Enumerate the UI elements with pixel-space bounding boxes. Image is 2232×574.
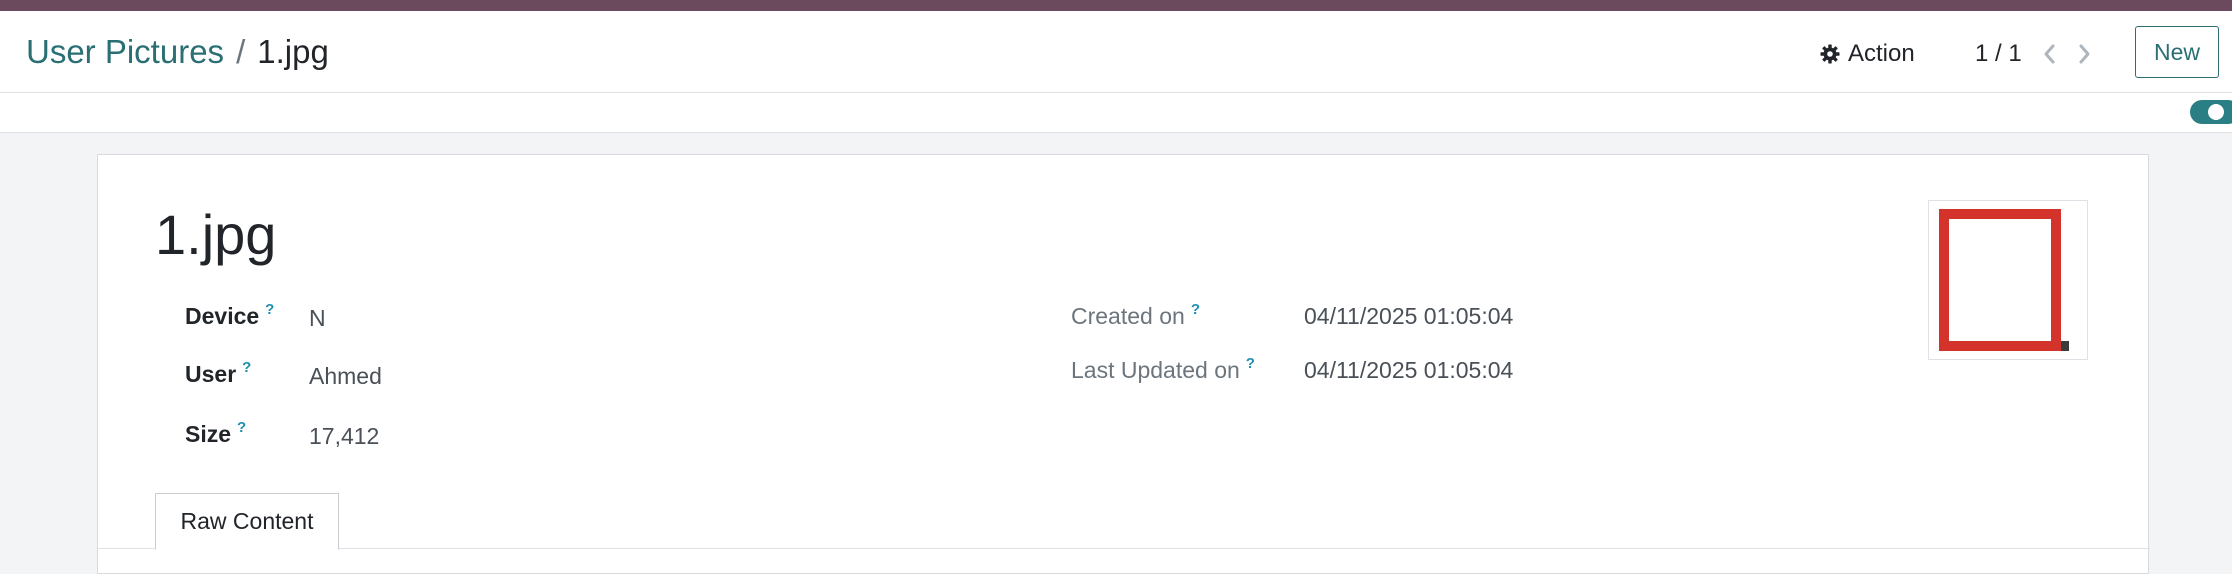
image-red-frame [1939, 209, 2061, 351]
chevron-left-icon [2044, 44, 2055, 64]
tab-raw-content[interactable]: Raw Content [155, 493, 339, 550]
action-button-label: Action [1848, 40, 1915, 67]
breadcrumb-separator: / [236, 33, 246, 70]
pager-next-button[interactable] [2072, 39, 2098, 69]
breadcrumb-parent-link[interactable]: User Pictures [26, 33, 224, 70]
record-title: 1.jpg [155, 203, 277, 266]
device-help-tooltip[interactable]: ? [265, 301, 274, 318]
new-button[interactable]: New [2135, 26, 2219, 78]
size-help-tooltip[interactable]: ? [237, 419, 246, 436]
pager-previous-button[interactable] [2036, 39, 2062, 69]
action-button[interactable]: Action [1820, 37, 1915, 71]
app-top-bar [0, 0, 2232, 11]
size-label: Size [185, 421, 232, 447]
field-label-created-on: Created on ? [1071, 301, 1200, 330]
toggle-knob [2208, 104, 2224, 120]
created-on-value: 04/11/2025 01:05:04 [1304, 303, 1514, 329]
user-help-tooltip[interactable]: ? [242, 359, 251, 376]
field-label-user: User ? [185, 359, 251, 388]
image-preview[interactable] [1928, 200, 2088, 360]
gear-icon [1820, 44, 1840, 64]
toggle-switch[interactable] [2190, 100, 2232, 124]
chevron-right-icon [2079, 44, 2090, 64]
notebook-tabs: Raw Content [98, 493, 2150, 550]
size-value[interactable]: 17,412 [309, 423, 379, 450]
created-on-label: Created on [1071, 303, 1185, 329]
user-value[interactable]: Ahmed [309, 363, 382, 390]
field-label-last-updated-on: Last Updated on ? [1071, 355, 1255, 384]
device-label: Device [185, 303, 260, 329]
breadcrumb-current: 1.jpg [257, 33, 329, 70]
field-label-device: Device ? [185, 301, 274, 330]
last-updated-on-label: Last Updated on [1071, 357, 1240, 383]
breadcrumb: User Pictures / 1.jpg [26, 31, 329, 73]
device-value[interactable]: N [309, 305, 326, 332]
field-label-size: Size ? [185, 419, 246, 448]
last-updated-on-value: 04/11/2025 01:05:04 [1304, 357, 1514, 383]
created-on-help-tooltip[interactable]: ? [1191, 301, 1200, 318]
control-panel: User Pictures / 1.jpg Action 1 / 1 New [0, 11, 2232, 93]
user-label: User [185, 361, 237, 387]
form-sheet: 1.jpg Device ? N User ? Ahmed Size ? 17,… [97, 154, 2150, 574]
pager-value[interactable]: 1 / 1 [1975, 37, 2022, 71]
status-bar [0, 93, 2232, 133]
last-updated-on-help-tooltip[interactable]: ? [1246, 355, 1255, 372]
